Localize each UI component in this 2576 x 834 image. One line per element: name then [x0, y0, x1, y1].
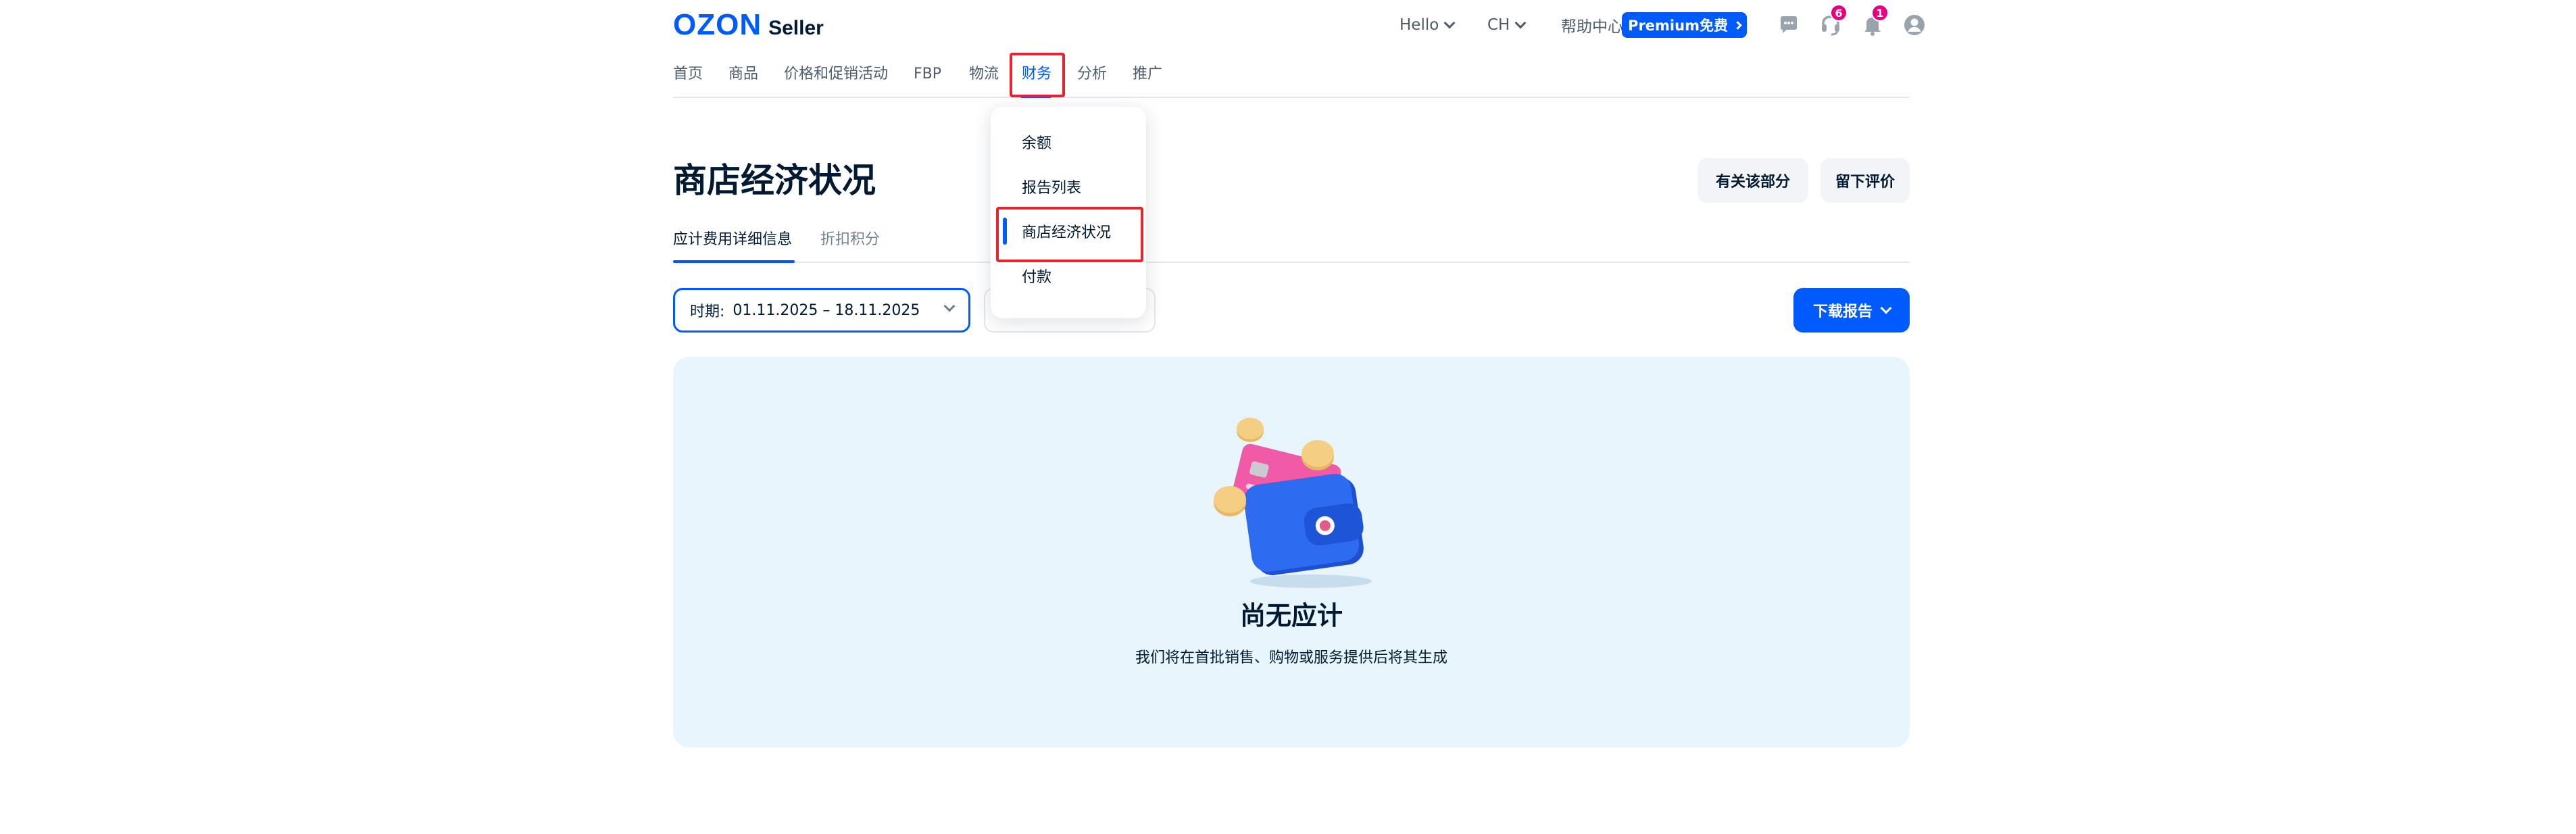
language-selector[interactable]: CH — [1487, 15, 1527, 35]
nav-item-home[interactable]: 首页 — [673, 64, 703, 84]
greeting-menu[interactable]: Hello — [1400, 15, 1456, 35]
chevron-down-icon — [1880, 302, 1892, 314]
chevron-down-icon — [1443, 17, 1456, 29]
period-select[interactable]: 时期: 01.11.2025 – 18.11.2025 — [673, 288, 970, 333]
ozon-seller-logo[interactable]: OZON Seller — [673, 8, 824, 41]
chevron-right-icon — [1733, 20, 1742, 30]
leave-feedback-button[interactable]: 留下评价 — [1820, 158, 1910, 203]
profile-icon[interactable] — [1903, 14, 1926, 36]
premium-label: Premium免费 — [1628, 18, 1728, 34]
help-center-link[interactable]: 帮助中心 — [1561, 15, 1623, 36]
language-label: CH — [1487, 16, 1510, 34]
nav-item-prices-promotions[interactable]: 价格和促销活动 — [784, 64, 888, 84]
dropdown-item-balance[interactable]: 余额 — [1022, 134, 1051, 154]
about-section-button[interactable]: 有关该部分 — [1698, 158, 1808, 203]
logo-seller-text: Seller — [768, 17, 824, 39]
nav-item-fbp[interactable]: FBP — [914, 64, 941, 84]
empty-state-subtitle: 我们将在首批销售、购物或服务提供后将其生成 — [1135, 649, 1447, 666]
nav-item-logistics[interactable]: 物流 — [969, 64, 999, 84]
nav-item-products[interactable]: 商品 — [728, 64, 758, 84]
chevron-down-icon — [1514, 17, 1527, 29]
greeting-label: Hello — [1400, 16, 1439, 34]
dropdown-item-payments[interactable]: 付款 — [1022, 268, 1051, 288]
premium-button[interactable]: Premium免费 — [1622, 12, 1747, 38]
finance-dropdown-menu: 余额 报告列表 商店经济状况 付款 — [991, 107, 1146, 318]
wallet-coins-illustration — [1214, 418, 1372, 588]
chat-icon[interactable] — [1777, 14, 1800, 36]
period-label: 时期: — [690, 303, 725, 320]
page-title: 商店经济状况 — [673, 161, 876, 200]
tab-discount-points[interactable]: 折扣积分 — [820, 230, 880, 250]
nav-item-analytics[interactable]: 分析 — [1077, 64, 1107, 84]
dropdown-item-reports[interactable]: 报告列表 — [1022, 178, 1081, 199]
tab-active-indicator — [673, 260, 795, 263]
nav-item-promotion[interactable]: 推广 — [1133, 64, 1162, 84]
empty-state-title: 尚无应计 — [1239, 601, 1343, 631]
store-economy-highlight-box — [996, 207, 1143, 262]
finance-highlight-box — [1010, 53, 1065, 97]
tabs-divider — [673, 262, 1910, 263]
chevron-down-icon — [943, 300, 956, 312]
help-center-label: 帮助中心 — [1561, 18, 1623, 36]
nav-divider — [673, 97, 1910, 98]
download-report-button[interactable]: 下载报告 — [1793, 288, 1910, 333]
logo-ozon-text: OZON — [673, 8, 762, 41]
support-badge: 6 — [1830, 4, 1848, 22]
notifications-badge: 1 — [1871, 4, 1889, 22]
period-value: 01.11.2025 – 18.11.2025 — [733, 301, 920, 319]
tab-accrual-details[interactable]: 应计费用详细信息 — [673, 230, 792, 250]
download-report-label: 下载报告 — [1812, 303, 1873, 320]
